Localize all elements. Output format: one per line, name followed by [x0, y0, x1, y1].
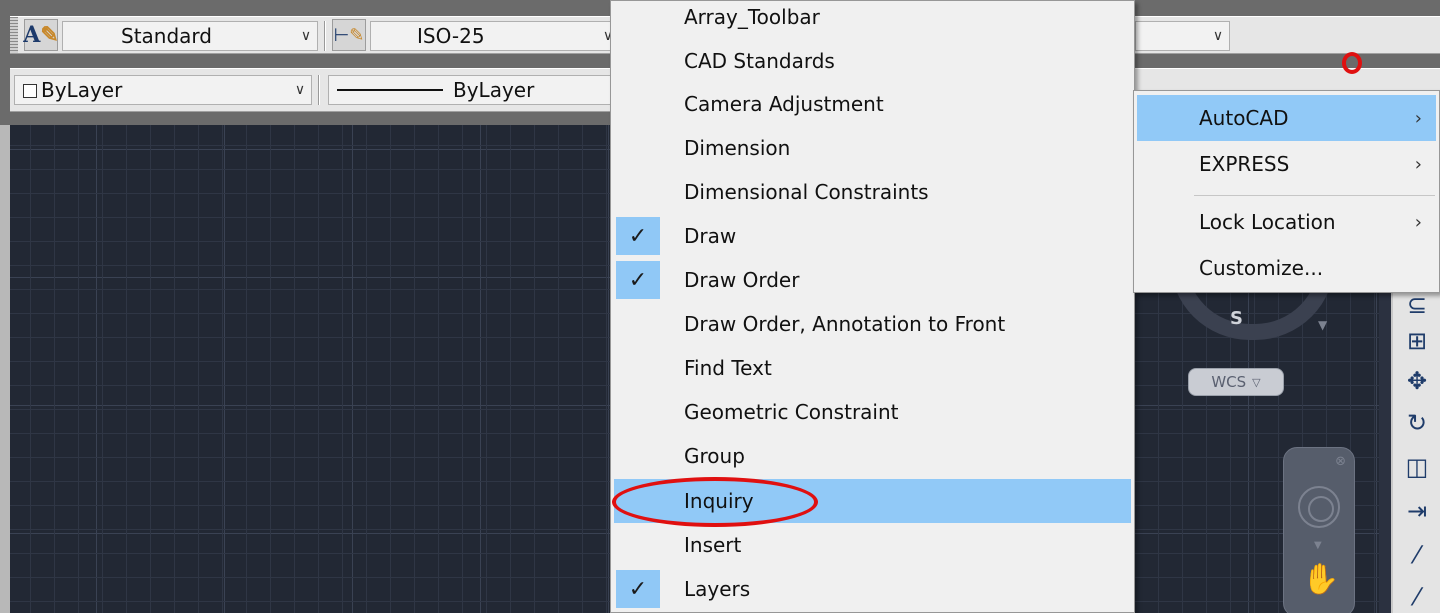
checkmark-icon: ✓: [616, 570, 660, 608]
viewcube-menu-arrow-icon[interactable]: ▼: [1318, 318, 1327, 332]
chevron-down-icon: ∨: [300, 28, 312, 44]
toolbar-separator: [324, 21, 326, 51]
dim-style-select[interactable]: ISO-25 ∨: [370, 21, 620, 51]
chevron-down-icon[interactable]: ▼: [1314, 540, 1322, 551]
menu-item-label: Draw Order, Annotation to Front: [684, 312, 1006, 336]
toolbar-separator: [318, 75, 320, 105]
trim-icon[interactable]: ⁄: [1397, 536, 1437, 574]
chevron-right-icon: ›: [1414, 107, 1422, 129]
menu-item-label: Array_Toolbar: [684, 5, 820, 29]
submenu-item-label: EXPRESS: [1199, 152, 1290, 176]
array-icon[interactable]: ⊞: [1397, 322, 1437, 360]
color-value: ByLayer: [41, 78, 123, 102]
menu-item-camera-adjustment[interactable]: Camera Adjustment: [614, 82, 1131, 126]
menu-separator: [1194, 195, 1435, 196]
text-style-icon: A✎: [23, 22, 59, 48]
checkmark-icon: ✓: [616, 261, 660, 299]
chevron-down-icon: ∨: [294, 82, 306, 98]
scale-icon[interactable]: ◫: [1397, 448, 1437, 486]
menu-item-draw-order-annotation[interactable]: Draw Order, Annotation to Front: [614, 302, 1131, 346]
menu-item-label: Draw: [684, 224, 737, 248]
menu-item-draw-order[interactable]: ✓ Draw Order: [614, 258, 1131, 302]
rotate-icon[interactable]: ↻: [1397, 404, 1437, 442]
menu-item-label: Dimensional Constraints: [684, 180, 929, 204]
dimension-style-icon: ⊢✎: [333, 24, 365, 46]
submenu-item-express[interactable]: EXPRESS ›: [1137, 141, 1436, 187]
text-style-select[interactable]: Standard ∨: [62, 21, 318, 51]
submenu-item-autocad[interactable]: AutoCAD ›: [1137, 95, 1436, 141]
linetype-preview-icon: [337, 89, 443, 91]
submenu-item-label: AutoCAD: [1199, 106, 1289, 130]
menu-item-geometric-constraint[interactable]: Geometric Constraint: [614, 390, 1131, 434]
menu-item-find-text[interactable]: Find Text: [614, 346, 1131, 390]
pan-hand-icon[interactable]: ✋: [1302, 562, 1339, 597]
menu-item-label: Geometric Constraint: [684, 400, 899, 424]
annotation-ellipse: [612, 477, 818, 527]
submenu-item-customize[interactable]: Customize...: [1137, 245, 1436, 291]
checkmark-icon: ✓: [616, 217, 660, 255]
submenu-item-lock-location[interactable]: Lock Location ›: [1137, 199, 1436, 245]
menu-item-dimension[interactable]: Dimension: [614, 126, 1131, 170]
menu-item-cad-standards[interactable]: CAD Standards: [614, 39, 1131, 83]
menu-item-label: Find Text: [684, 356, 772, 380]
close-icon[interactable]: ⊗: [1335, 454, 1346, 469]
menu-item-label: CAD Standards: [684, 49, 835, 73]
text-style-button[interactable]: A✎: [23, 19, 59, 51]
table-style-select[interactable]: ∨: [1135, 21, 1230, 51]
toolbar-submenu: AutoCAD › EXPRESS › Lock Location › Cust…: [1133, 90, 1440, 293]
ucs-label: WCS: [1211, 373, 1247, 391]
chevron-right-icon: ›: [1414, 211, 1422, 233]
text-style-value: Standard: [121, 24, 212, 48]
menu-item-group[interactable]: Group: [614, 434, 1131, 478]
chevron-down-icon: ∨: [1212, 28, 1224, 44]
navigation-bar: ⊗ ▼ ✋: [1283, 447, 1355, 613]
menu-item-dimensional-constraints[interactable]: Dimensional Constraints: [614, 170, 1131, 214]
linetype-value: ByLayer: [453, 78, 535, 102]
window-border: [0, 125, 10, 613]
color-swatch-icon: [23, 84, 37, 98]
menu-item-label: Layers: [684, 577, 751, 601]
menu-item-label: Dimension: [684, 136, 791, 160]
submenu-item-label: Customize...: [1199, 256, 1324, 280]
dim-style-button[interactable]: ⊢✎: [332, 19, 366, 51]
submenu-item-label: Lock Location: [1199, 210, 1336, 234]
dim-style-value: ISO-25: [417, 24, 485, 48]
color-select[interactable]: ByLayer ∨: [14, 75, 312, 105]
modify-toolbar: ⊆ ⊞ ✥ ↻ ◫ ⇥ ⁄ ⁄: [1379, 291, 1440, 613]
ucs-dropdown[interactable]: WCS ▽: [1188, 368, 1284, 396]
stretch-icon[interactable]: ⇥: [1397, 492, 1437, 530]
menu-item-label: Insert: [684, 533, 742, 557]
menu-item-label: Camera Adjustment: [684, 92, 884, 116]
menu-item-array-toolbar[interactable]: Array_Toolbar: [614, 0, 1131, 39]
chevron-right-icon: ›: [1414, 153, 1422, 175]
linetype-select[interactable]: ByLayer: [328, 75, 620, 105]
toolbar-grip[interactable]: [10, 17, 18, 53]
menu-item-layers[interactable]: ✓ Layers: [614, 567, 1131, 611]
chevron-down-icon: ▽: [1252, 375, 1261, 389]
annotation-mark: [1342, 52, 1362, 74]
menu-item-label: Group: [684, 444, 745, 468]
menu-item-label: Draw Order: [684, 268, 800, 292]
menu-item-insert[interactable]: Insert: [614, 523, 1131, 567]
menu-item-draw[interactable]: ✓ Draw: [614, 214, 1131, 258]
compass-south-label[interactable]: S: [1230, 308, 1243, 329]
steering-wheel-icon[interactable]: [1298, 486, 1340, 528]
move-icon[interactable]: ✥: [1397, 362, 1437, 400]
extend-icon[interactable]: ⁄: [1397, 578, 1437, 613]
